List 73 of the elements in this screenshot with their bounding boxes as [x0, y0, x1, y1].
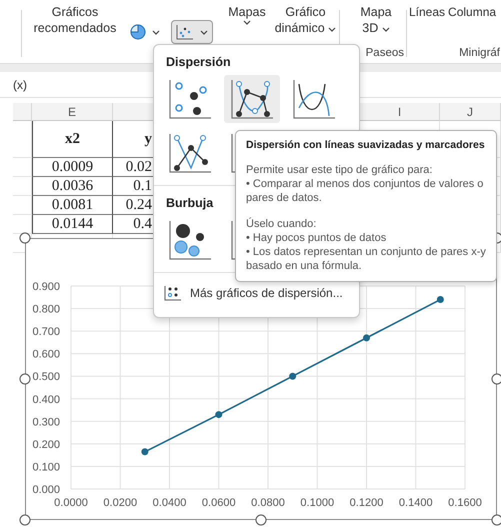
- resize-handle[interactable]: [492, 514, 501, 526]
- sparkline-button[interactable]: Líneas: [409, 4, 446, 20]
- resize-handle[interactable]: [256, 514, 266, 526]
- grid-cell: [13, 196, 32, 215]
- more-scatter-charts-item[interactable]: Más gráficos de dispersión...: [160, 281, 347, 305]
- table-cell: 0.0081: [32, 196, 113, 215]
- group-label: Minigráf: [459, 47, 500, 61]
- column-header[interactable]: I: [360, 103, 440, 121]
- caret-icon: [328, 27, 336, 32]
- axis-tick-label: 0.0000: [54, 497, 88, 509]
- axis-tick-label: 0.000: [32, 484, 60, 496]
- tooltip-text: Permite usar este tipo de gráfico para:: [246, 163, 434, 177]
- pie-chart-icon: [130, 24, 146, 40]
- bubble-chart-icon: [167, 219, 213, 261]
- table-cell: x2: [32, 121, 113, 158]
- axis-tick-label: 0.400: [32, 394, 60, 406]
- grid-cell: [13, 158, 32, 177]
- data-point: [215, 411, 222, 418]
- pivot-chart-button[interactable]: Gráfico dinámico: [274, 4, 338, 36]
- axis-tick-label: 0.0200: [103, 497, 138, 509]
- sparkline-button[interactable]: Columna: [448, 4, 496, 20]
- axis-tick-label: 0.200: [32, 438, 60, 451]
- axis-tick-label: 0.1000: [300, 497, 334, 509]
- caret-icon: [382, 27, 390, 32]
- grid-cell: [13, 177, 32, 196]
- resize-handle[interactable]: [20, 232, 30, 244]
- scatter-chart-icon: [176, 24, 194, 40]
- tooltip-title: Dispersión con líneas suavizadas y marcadores: [246, 139, 485, 151]
- axis-tick-label: 0.1400: [398, 497, 433, 509]
- group-label: Paseos: [366, 47, 404, 61]
- caret-icon: [200, 30, 208, 34]
- axis-tick-label: 0.600: [32, 348, 60, 361]
- axis-tick-label: 0.0600: [202, 497, 236, 509]
- formula-text: (x): [13, 78, 27, 92]
- scatter-chart-icon: [164, 285, 182, 301]
- resize-handle[interactable]: [20, 514, 30, 526]
- axis-tick-label: 0.0400: [152, 497, 186, 509]
- caret-icon: [243, 20, 251, 25]
- column-header[interactable]: E: [32, 103, 113, 121]
- axis-tick-label: 0.900: [32, 281, 60, 293]
- column-header[interactable]: J: [440, 103, 501, 121]
- scatter-chart-icon: [167, 78, 213, 120]
- axis-tick-label: 0.300: [32, 416, 60, 428]
- axis-tick-label: 0.0800: [251, 497, 285, 509]
- chart-type-option[interactable]: [224, 75, 280, 123]
- caret-icon: [152, 30, 160, 34]
- axis-tick-label: 0.500: [32, 371, 60, 384]
- recommended-charts-button[interactable]: Gráficos recomendados: [31, 4, 119, 36]
- scatter-chart-icon: [291, 78, 337, 120]
- data-point: [289, 372, 296, 380]
- scatter-chart-button[interactable]: [171, 20, 213, 44]
- tooltip-text: • Comparar al menos dos conjuntos de valores o pares de datos.: [246, 177, 484, 205]
- data-point: [363, 334, 370, 342]
- axis-tick-label: 0.700: [32, 326, 60, 338]
- table-cell: 0.0009: [32, 158, 113, 177]
- grid-cell: [13, 121, 32, 158]
- data-point: [436, 296, 444, 304]
- data-point: [141, 448, 148, 456]
- table-cell: 0.0144: [32, 215, 113, 234]
- table-cell: 0.0036: [32, 177, 113, 196]
- axis-tick-label: 0.1600: [448, 497, 482, 509]
- axis-tick-label: 0.1200: [350, 497, 384, 509]
- resize-handle[interactable]: [20, 374, 30, 384]
- 3d-map-button[interactable]: Mapa 3D: [356, 4, 396, 36]
- section-title: Dispersión: [166, 55, 231, 69]
- scatter-chart-icon: [229, 78, 275, 120]
- tooltip-text: Úselo cuando:: [246, 217, 318, 231]
- scatter-chart-icon: [167, 132, 213, 174]
- resize-handle[interactable]: [492, 374, 501, 384]
- axis-tick-label: 0.800: [32, 304, 60, 316]
- tooltip-text: • Los datos representan un conjunto de pares x-y basado en una fórmula.: [246, 245, 486, 273]
- maps-button[interactable]: Mapas: [228, 4, 266, 25]
- axis-tick-label: 0.100: [32, 461, 60, 474]
